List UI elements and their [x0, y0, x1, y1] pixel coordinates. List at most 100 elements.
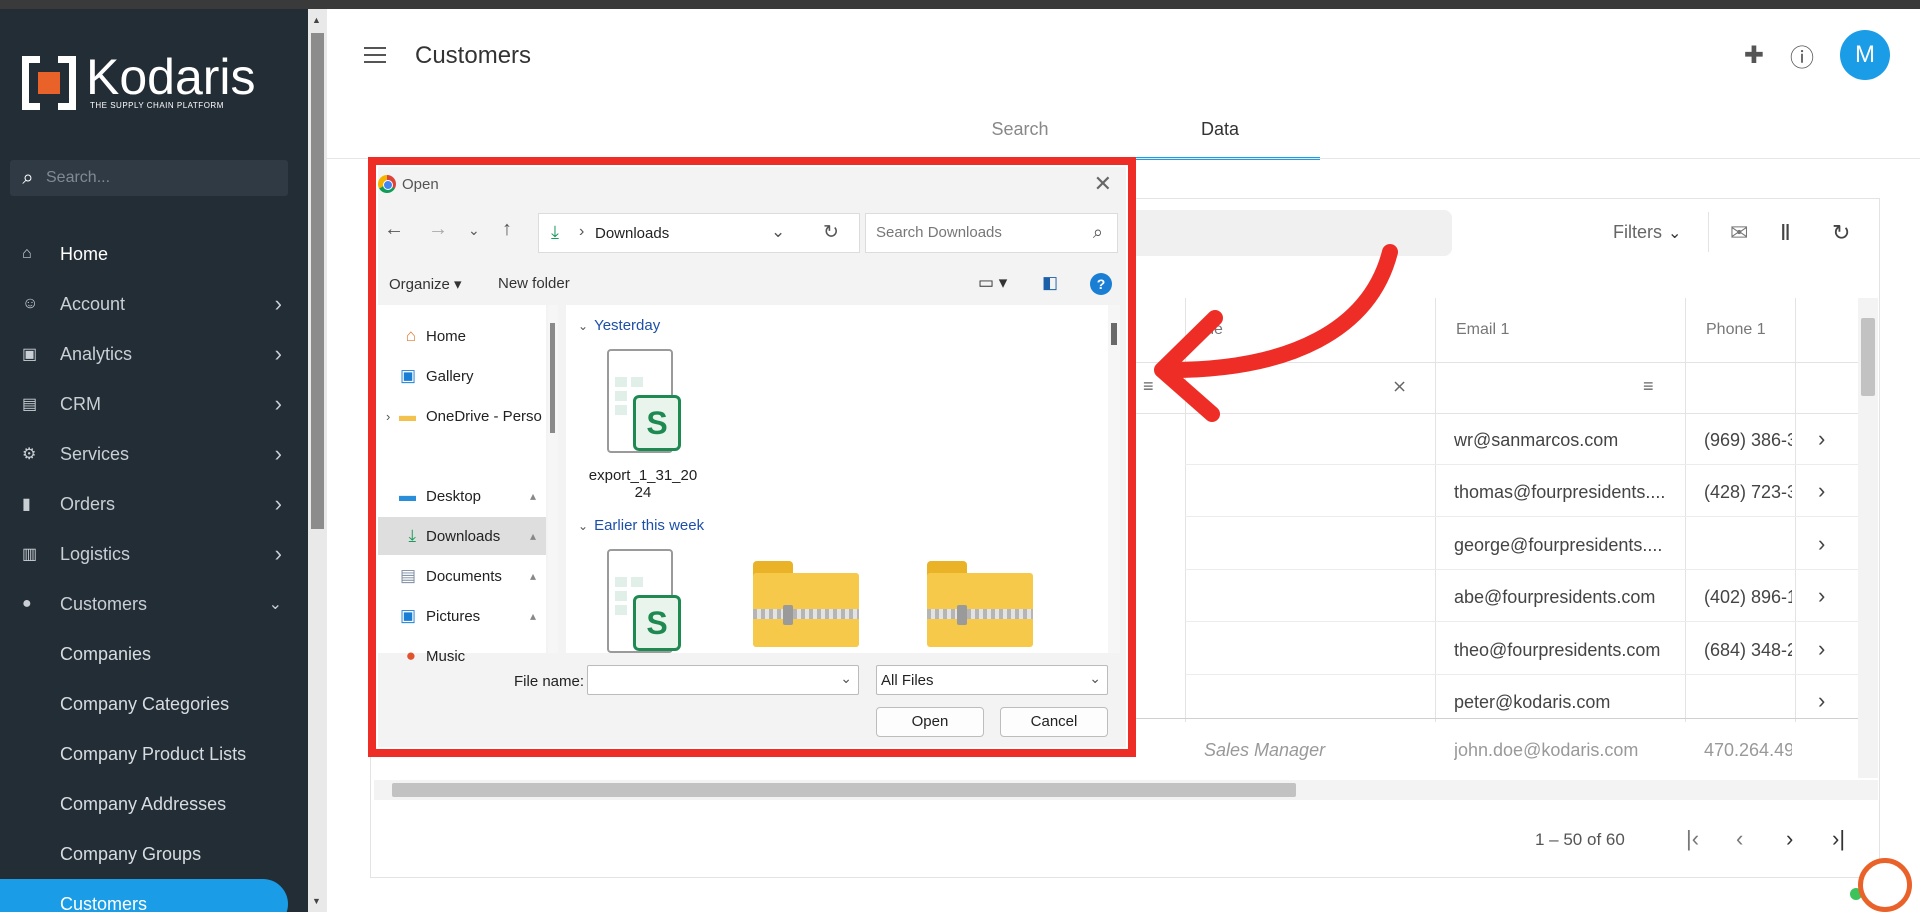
group-header-yesterday[interactable]: ⌄ Yesterday [578, 317, 660, 334]
column-header-email[interactable]: Email 1 [1435, 298, 1685, 362]
music-icon: ● [405, 646, 416, 665]
close-icon[interactable]: ✕ [1094, 171, 1112, 197]
filter-icon[interactable]: ≡ [1643, 376, 1654, 397]
previous-page-icon[interactable]: ‹ [1736, 826, 1743, 852]
nav-pane-desktop[interactable]: ▬ Desktop ▴ [378, 477, 546, 515]
back-icon[interactable]: ← [384, 218, 404, 241]
zip-folder-icon[interactable] [927, 561, 1033, 647]
column-divider [1685, 298, 1686, 722]
scroll-down-icon[interactable]: ▼ [312, 896, 321, 906]
new-folder-button[interactable]: New folder [498, 275, 570, 292]
chevron-right-icon: › [579, 223, 585, 240]
chevron-right-icon: › [274, 341, 282, 366]
filters-button[interactable]: Filters ⌄ [1613, 222, 1681, 243]
file-item[interactable]: S [588, 549, 698, 653]
avatar[interactable]: M [1840, 30, 1890, 80]
sidebar-item-orders[interactable]: ▮ Orders › [0, 479, 308, 529]
add-user-icon[interactable]: ✚ [1744, 41, 1764, 70]
nav-pane-downloads[interactable]: ⤓ Downloads ▴ [378, 517, 546, 555]
sidebar-item-services[interactable]: ⚙ Services › [0, 429, 308, 479]
brand-logo[interactable]: Kodaris THE SUPPLY CHAIN PLATFORM [22, 52, 256, 110]
open-button[interactable]: Open [876, 707, 984, 737]
nav-pane-pictures[interactable]: ▣ Pictures ▴ [378, 597, 546, 635]
truck-icon: ▮ [22, 496, 31, 513]
help-icon[interactable]: ? [1090, 273, 1112, 295]
navigation-pane-scrollbar[interactable] [548, 305, 558, 653]
nav-pane-home[interactable]: ⌂ Home [378, 317, 546, 355]
file-name-input[interactable]: ⌄ [587, 665, 859, 695]
file-item[interactable]: S export_1_31_2024 [588, 349, 698, 501]
search-icon: ⌕ [1092, 222, 1103, 242]
sidebar-sub-companies[interactable]: Companies [0, 629, 308, 679]
help-icon[interactable]: ⓘ [1790, 38, 1814, 73]
refresh-icon[interactable]: ↻ [1832, 220, 1850, 246]
sidebar-scrollbar[interactable]: ▲ ▼ [308, 9, 327, 912]
preview-pane-icon[interactable]: ◧ [1042, 273, 1058, 293]
spreadsheet-icon: S [603, 349, 683, 459]
chevron-right-icon[interactable]: › [1818, 531, 1825, 557]
nav-pane-label: Desktop [426, 487, 482, 505]
chevron-right-icon[interactable]: › [1818, 636, 1825, 662]
chevron-right-icon[interactable]: › [1818, 426, 1825, 452]
nav-pane-label: Documents [426, 567, 502, 585]
sidebar-item-crm[interactable]: ▤ CRM › [0, 379, 308, 429]
scroll-up-icon[interactable]: ▲ [312, 15, 321, 25]
scrollbar-thumb[interactable] [311, 33, 324, 529]
organize-button[interactable]: Organize ▾ [389, 275, 462, 293]
address-bar[interactable]: ⤓ › Downloads ⌄ ↻ [538, 213, 860, 253]
sidebar-sub-company-groups[interactable]: Company Groups [0, 829, 308, 879]
last-page-icon[interactable]: ›| [1832, 826, 1845, 852]
sidebar-item-analytics[interactable]: ▣ Analytics › [0, 329, 308, 379]
chevron-down-icon[interactable]: ⌄ [771, 222, 785, 242]
scrollbar-thumb[interactable] [392, 783, 1296, 797]
dialog-search-input[interactable] [876, 224, 1076, 241]
columns-icon[interactable]: Ⅱ [1780, 220, 1791, 246]
tab-data[interactable]: Data [1120, 110, 1320, 160]
sidebar-search-input[interactable] [46, 169, 266, 187]
cancel-button[interactable]: Cancel [1000, 707, 1108, 737]
analytics-icon: ▣ [22, 346, 38, 363]
sidebar-sub-company-product-lists[interactable]: Company Product Lists [0, 729, 308, 779]
file-list-scrollbar[interactable] [1108, 305, 1120, 653]
first-page-icon[interactable]: |‹ [1686, 826, 1699, 852]
chevron-right-icon[interactable]: › [1818, 478, 1825, 504]
refresh-icon[interactable]: ↻ [823, 221, 839, 244]
sidebar-item-customers[interactable]: ● Customers ⌄ [0, 579, 308, 629]
sidebar-item-account[interactable]: ☺ Account › [0, 279, 308, 329]
view-options-icon[interactable]: ▭ ▾ [978, 273, 1007, 293]
tab-search[interactable]: Search [920, 110, 1120, 160]
zip-folder-icon[interactable] [753, 561, 859, 647]
file-type-select[interactable]: All Files ⌄ [876, 665, 1108, 695]
nav-pane-documents[interactable]: ▤ Documents ▴ [378, 557, 546, 595]
sidebar-item-logistics[interactable]: ▥ Logistics › [0, 529, 308, 579]
next-page-icon[interactable]: › [1786, 826, 1793, 852]
column-divider [1435, 298, 1436, 722]
chevron-right-icon[interactable]: › [1818, 688, 1825, 714]
sidebar-sub-company-categories[interactable]: Company Categories [0, 679, 308, 729]
scrollbar-thumb[interactable] [1861, 318, 1875, 396]
chevron-down-icon[interactable]: ⌄ [840, 670, 852, 687]
group-header-earlier-this-week[interactable]: ⌄ Earlier this week [578, 517, 704, 534]
sidebar-sub-company-addresses[interactable]: Company Addresses [0, 779, 308, 829]
email-icon[interactable]: ✉ [1730, 220, 1748, 246]
sidebar-item-home[interactable]: ⌂ Home [0, 229, 308, 279]
scrollbar-thumb[interactable] [550, 323, 555, 433]
nav-pane-music[interactable]: ● Music [378, 637, 546, 675]
column-header-phone[interactable]: Phone 1 [1685, 298, 1795, 362]
up-icon[interactable]: ↑ [502, 218, 512, 241]
chat-icon[interactable] [1858, 858, 1912, 912]
recent-locations-icon[interactable]: ⌄ [468, 222, 480, 239]
chevron-right-icon[interactable]: › [386, 409, 390, 424]
nav-pane-gallery[interactable]: ▣ Gallery [378, 357, 546, 395]
scrollbar-thumb[interactable] [1111, 323, 1117, 345]
chevron-right-icon[interactable]: › [1818, 583, 1825, 609]
download-icon: ⤓ [551, 222, 559, 242]
nav-pane-label: Gallery [426, 367, 474, 385]
forward-icon[interactable]: → [428, 218, 448, 241]
phone-cell: (402) 896-1 [1704, 587, 1792, 607]
table-vertical-scrollbar[interactable] [1858, 298, 1878, 778]
table-horizontal-scrollbar[interactable] [374, 780, 1878, 800]
sidebar-sub-customers[interactable]: Customers [0, 879, 288, 912]
nav-pane-onedrive[interactable]: › ▬ OneDrive - Perso [378, 397, 546, 435]
menu-icon[interactable] [364, 47, 386, 63]
